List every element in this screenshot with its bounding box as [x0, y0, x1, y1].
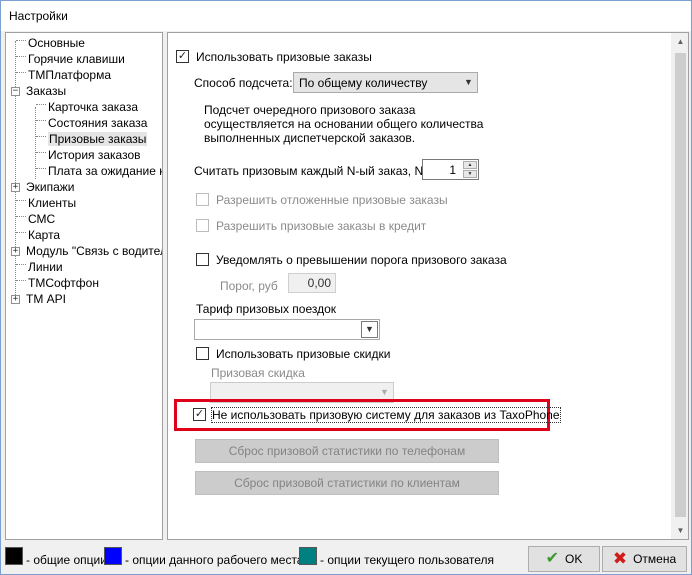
cancel-button-label: Отмена: [633, 552, 677, 566]
expand-driver-module-icon[interactable]: +: [11, 247, 20, 256]
legend-user-label: - опции текущего пользователя: [320, 553, 495, 567]
cancel-button[interactable]: ✖ Отмена: [602, 546, 687, 572]
allow-deferred-label: Разрешить отложенные призовые заказы: [216, 193, 448, 207]
tree-item-lines[interactable]: Линии: [16, 259, 63, 275]
scroll-down-icon[interactable]: ▼: [672, 522, 688, 539]
tree-item-general[interactable]: Основные: [16, 35, 85, 51]
nth-order-label: Считать призовым каждый N-ый заказ, N =:: [194, 164, 437, 178]
legend-common-label: - общие опции: [26, 553, 107, 567]
tree-item-driver-module[interactable]: Модуль "Связь с водителе: [26, 243, 162, 259]
tree-item-map[interactable]: Карта: [16, 227, 60, 243]
chevron-down-icon: ▼: [464, 77, 473, 87]
threshold-input[interactable]: 0,00: [288, 273, 336, 293]
use-discounts-label: Использовать призовые скидки: [216, 347, 391, 361]
tree-item-orders[interactable]: Заказы: [26, 83, 66, 99]
tree-item-hotkeys[interactable]: Горячие клавиши: [16, 51, 125, 67]
legend-workstation-swatch: [104, 547, 122, 565]
description-line2: осуществляется на основании общего колич…: [204, 117, 484, 131]
legend-common-swatch: [5, 547, 23, 565]
no-taxophone-label: Не использовать призовую систему для зак…: [211, 407, 561, 423]
use-prize-orders-label: Использовать призовые заказы: [196, 50, 372, 64]
checkmark-icon: ✔: [545, 550, 560, 567]
allow-deferred-checkbox[interactable]: [196, 193, 209, 206]
ok-button-label: OK: [565, 552, 583, 566]
notify-threshold-label: Уведомлять о превышении порога призового…: [216, 253, 507, 267]
stepper-up-icon[interactable]: ▲: [463, 161, 477, 169]
tariff-select[interactable]: ▼: [194, 319, 380, 340]
content-scrollbar[interactable]: ▲ ▼: [671, 33, 688, 539]
settings-window: Настройки Основные Горячие клавиши ТМПла…: [0, 0, 692, 575]
no-taxophone-checkbox[interactable]: ✓: [193, 408, 206, 421]
use-discounts-checkbox[interactable]: [196, 347, 209, 360]
tariff-label: Тариф призовых поездок: [196, 302, 337, 316]
collapse-orders-icon[interactable]: −: [11, 87, 20, 96]
scrollbar-thumb[interactable]: [675, 53, 686, 517]
use-prize-orders-checkbox[interactable]: ✓: [176, 50, 189, 63]
tree-item-tmsoftphone[interactable]: ТМСофтфон: [16, 275, 99, 291]
settings-content: ✓ Использовать призовые заказы Способ по…: [167, 32, 689, 540]
notify-threshold-checkbox[interactable]: [196, 253, 209, 266]
tree-item-crews[interactable]: Экипажи: [26, 179, 74, 195]
nth-order-value: 1: [449, 163, 456, 177]
count-method-select[interactable]: По общему количеству ▼: [293, 72, 478, 93]
count-method-value: По общему количеству: [299, 76, 428, 90]
window-title: Настройки: [9, 9, 68, 23]
description-line3: выполненных диспетчерской заказов.: [204, 131, 416, 145]
reset-client-stats-button[interactable]: Сброс призовой статистики по клиентам: [195, 471, 499, 495]
tree-item-tmplatform[interactable]: ТМПлатформа: [16, 67, 111, 83]
title-bar: Настройки: [1, 1, 691, 31]
tree-item-sms[interactable]: СМС: [16, 211, 55, 227]
tree-item-clients[interactable]: Клиенты: [16, 195, 76, 211]
scroll-up-icon[interactable]: ▲: [672, 33, 688, 50]
count-method-label: Способ подсчета:: [194, 76, 293, 90]
expand-crews-icon[interactable]: +: [11, 183, 20, 192]
legend-user-swatch: [299, 547, 317, 565]
legend-workstation-label: - опции данного рабочего места: [125, 553, 304, 567]
chevron-down-icon: ▼: [361, 321, 378, 338]
tree-item-order-card[interactable]: Карточка заказа: [36, 99, 138, 115]
expand-tm-api-icon[interactable]: +: [11, 295, 20, 304]
tree-item-prize-orders[interactable]: Призовые заказы: [36, 131, 148, 147]
nth-order-stepper[interactable]: 1 ▲ ▼: [422, 159, 479, 180]
stepper-down-icon[interactable]: ▼: [463, 170, 477, 178]
discount-label: Призовая скидка: [211, 366, 305, 380]
tree-item-order-states[interactable]: Состояния заказа: [36, 115, 147, 131]
ok-button[interactable]: ✔ OK: [528, 546, 600, 572]
tree-item-waiting-fee[interactable]: Плата за ожидание кл: [36, 163, 162, 179]
allow-credit-label: Разрешить призовые заказы в кредит: [216, 219, 427, 233]
threshold-value: 0,00: [307, 276, 331, 290]
threshold-label: Порог, руб: [220, 279, 278, 293]
tree-item-order-history[interactable]: История заказов: [36, 147, 141, 163]
cross-icon: ✖: [612, 549, 628, 568]
description-line1: Подсчет очередного призового заказа: [204, 103, 416, 117]
settings-tree[interactable]: Основные Горячие клавиши ТМПлатформа − З…: [5, 32, 163, 540]
allow-credit-checkbox[interactable]: [196, 219, 209, 232]
tree-item-tm-api[interactable]: ТМ API: [26, 291, 66, 307]
reset-phone-stats-button[interactable]: Сброс призовой статистики по телефонам: [195, 439, 499, 463]
